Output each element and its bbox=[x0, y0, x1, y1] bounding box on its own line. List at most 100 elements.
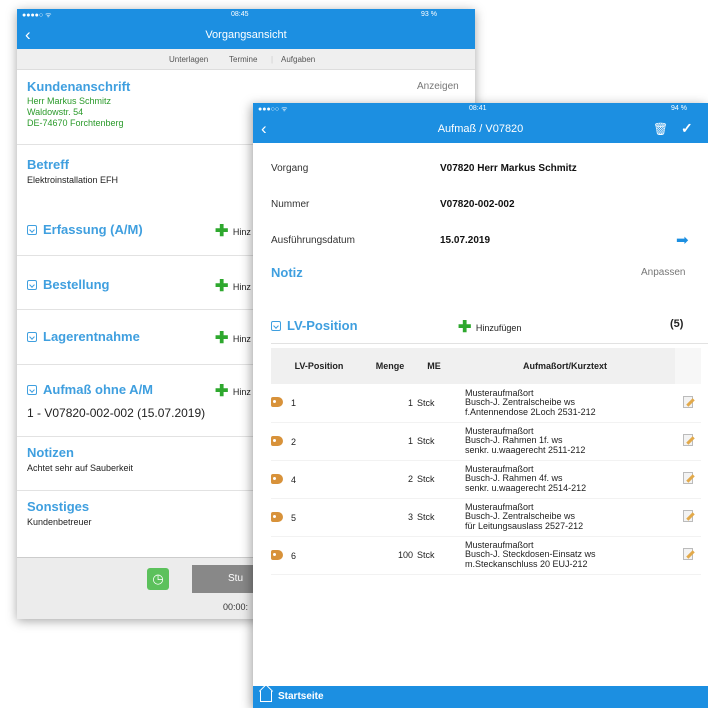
lv-pos: 2 bbox=[291, 436, 297, 447]
edit-icon[interactable] bbox=[683, 434, 693, 446]
carrier-signal: ●●●●○ ᯤ bbox=[22, 12, 52, 19]
lagerentnahme-add-button[interactable]: ✚ Hinz bbox=[215, 329, 251, 347]
add-label: Hinzufügen bbox=[475, 323, 522, 333]
nummer-label: Nummer bbox=[271, 199, 310, 210]
tab-termine[interactable]: Termine bbox=[229, 55, 257, 64]
anpassen-link[interactable]: Anpassen bbox=[641, 267, 685, 278]
page-title: Aufmaß / V07820 bbox=[437, 123, 524, 135]
carrier-signal: ●●●○○ ᯤ bbox=[258, 106, 288, 113]
plus-icon: ✚ bbox=[215, 223, 229, 240]
collapse-toggle-icon bbox=[271, 321, 281, 331]
kurztext: Musteraufmaßort Busch-J. Zentralscheibe … bbox=[455, 498, 675, 537]
col-lv-position[interactable]: LV-Position bbox=[271, 348, 367, 384]
col-kurztext[interactable]: Aufmaßort/Kurztext bbox=[455, 348, 675, 384]
lv-position-header[interactable]: LV-Position bbox=[271, 317, 358, 335]
address-name: Herr Markus Schmitz bbox=[27, 96, 112, 106]
vorgang-value: V07820 Herr Markus Schmitz bbox=[440, 163, 577, 174]
me: Stck bbox=[413, 422, 455, 461]
stopwatch-icon[interactable]: ◷ bbox=[147, 568, 169, 590]
address-street: Waldowstr. 54 bbox=[27, 107, 84, 117]
table-row[interactable]: 2 1 Stck Musteraufmaßort Busch-J. Rahmen… bbox=[271, 422, 701, 461]
arrow-right-icon[interactable]: ➡ bbox=[676, 231, 689, 249]
betreff-section: Betreff Elektroinstallation EFH bbox=[27, 157, 118, 185]
vorgang-label: Vorgang bbox=[271, 163, 309, 174]
section-bestellung[interactable]: Bestellung bbox=[27, 276, 109, 294]
menge: 2 bbox=[367, 460, 413, 499]
notizen-section: Notizen Achtet sehr auf Sauberkeit bbox=[27, 445, 133, 473]
tag-icon bbox=[271, 549, 283, 560]
startseite-button[interactable]: Startseite bbox=[253, 686, 373, 708]
kundenanschrift-section: Kundenanschrift Herr Markus Schmitz Wald… bbox=[27, 79, 130, 129]
datum-label: Ausführungsdatum bbox=[271, 235, 355, 246]
menge: 3 bbox=[367, 498, 413, 537]
betreff-text: Elektroinstallation EFH bbox=[27, 175, 119, 185]
table-row[interactable]: 4 2 Stck Musteraufmaßort Busch-J. Rahmen… bbox=[271, 460, 701, 499]
section-aufmass[interactable]: Aufmaß ohne A/M bbox=[27, 381, 153, 399]
hinzufuegen-button[interactable]: ✚ Hinzufügen bbox=[458, 318, 521, 336]
tab-bar: Unterlagen Termine | Aufgaben bbox=[17, 49, 475, 70]
startseite-label: Startseite bbox=[278, 691, 324, 702]
divider bbox=[271, 343, 708, 344]
edit-icon[interactable] bbox=[683, 548, 693, 560]
aufmass-title: Aufmaß ohne A/M bbox=[43, 382, 154, 397]
footer-bar: Startseite bbox=[253, 686, 708, 708]
collapse-toggle-icon bbox=[27, 225, 37, 235]
collapse-toggle-icon bbox=[27, 280, 37, 290]
home-icon bbox=[260, 691, 272, 702]
aufmass-entry[interactable]: 1 - V07820-002-002 (15.07.2019) bbox=[27, 406, 205, 420]
plus-icon: ✚ bbox=[215, 383, 229, 400]
sonstiges-section: Sonstiges Kundenbetreuer bbox=[27, 499, 92, 527]
add-label: Hinz bbox=[232, 387, 251, 397]
aufmass-add-button[interactable]: ✚ Hinz bbox=[215, 382, 251, 400]
sonstiges-title: Sonstiges bbox=[27, 499, 90, 514]
menge: 1 bbox=[367, 384, 413, 423]
bestellung-add-button[interactable]: ✚ Hinz bbox=[215, 277, 251, 295]
collapse-toggle-icon bbox=[27, 385, 37, 395]
kurztext-line: senkr. u.waagerecht 2511-212 bbox=[465, 444, 586, 455]
tag-icon bbox=[271, 473, 283, 484]
checkmark-icon[interactable]: ✓ bbox=[681, 120, 693, 137]
kurztext-line: m.Steckanschluss 20 EUJ-212 bbox=[465, 558, 588, 569]
page-title: Vorgangsansicht bbox=[205, 29, 287, 41]
anzeigen-link[interactable]: Anzeigen bbox=[417, 81, 459, 92]
betreff-title: Betreff bbox=[27, 157, 69, 172]
col-actions bbox=[675, 348, 701, 384]
notizen-title: Notizen bbox=[27, 445, 74, 460]
tag-icon bbox=[271, 435, 283, 446]
nav-bar: ‹ Aufmaß / V07820 🗑 ✓ bbox=[253, 116, 708, 143]
timer-display: 00:00: bbox=[223, 602, 249, 612]
lv-count: (5) bbox=[670, 318, 684, 330]
section-lagerentnahme[interactable]: Lagerentnahme bbox=[27, 328, 140, 346]
notiz-title: Notiz bbox=[271, 265, 303, 280]
kurztext-line: senkr. u.waagerecht 2514-212 bbox=[465, 482, 587, 493]
battery-level: 94 % bbox=[671, 105, 687, 112]
edit-icon[interactable] bbox=[683, 510, 693, 522]
table-row[interactable]: 5 3 Stck Musteraufmaßort Busch-J. Zentra… bbox=[271, 498, 701, 537]
col-me[interactable]: ME bbox=[413, 348, 455, 384]
trash-icon[interactable]: 🗑 bbox=[653, 122, 668, 136]
plus-icon: ✚ bbox=[458, 319, 472, 336]
edit-icon[interactable] bbox=[683, 472, 693, 484]
status-bar: ●●●○○ ᯤ 08:41 94 % bbox=[253, 103, 708, 116]
col-menge[interactable]: Menge bbox=[367, 348, 413, 384]
erfassung-add-button[interactable]: ✚ Hinz bbox=[215, 222, 251, 240]
tab-aufgaben[interactable]: Aufgaben bbox=[281, 55, 315, 64]
lv-pos: 4 bbox=[291, 474, 297, 485]
section-erfassung[interactable]: Erfassung (A/M) bbox=[27, 221, 143, 239]
lv-pos: 6 bbox=[291, 550, 297, 561]
kurztext: Musteraufmaßort Busch-J. Steckdosen-Eins… bbox=[455, 536, 675, 575]
sonstiges-text: Kundenbetreuer bbox=[27, 517, 92, 527]
kurztext-line: für Leitungsauslass 2527-212 bbox=[465, 520, 584, 531]
kurztext: Musteraufmaßort Busch-J. Rahmen 1f. ws s… bbox=[455, 422, 675, 461]
table-row[interactable]: 6 100 Stck Musteraufmaßort Busch-J. Stec… bbox=[271, 536, 701, 575]
tag-icon bbox=[271, 397, 283, 408]
edit-icon[interactable] bbox=[683, 395, 693, 408]
lv-table: LV-Position Menge ME Aufmaßort/Kurztext … bbox=[271, 348, 701, 575]
menge: 1 bbox=[367, 422, 413, 461]
table-row[interactable]: 1 1 Stck Musteraufmaßort Busch-J. Zentra… bbox=[271, 384, 701, 423]
nav-bar: ‹ Vorgangsansicht bbox=[17, 22, 475, 49]
tab-unterlagen[interactable]: Unterlagen bbox=[169, 55, 208, 64]
add-label: Hinz bbox=[232, 227, 251, 237]
plus-icon: ✚ bbox=[215, 278, 229, 295]
erfassung-title: Erfassung (A/M) bbox=[43, 222, 143, 237]
